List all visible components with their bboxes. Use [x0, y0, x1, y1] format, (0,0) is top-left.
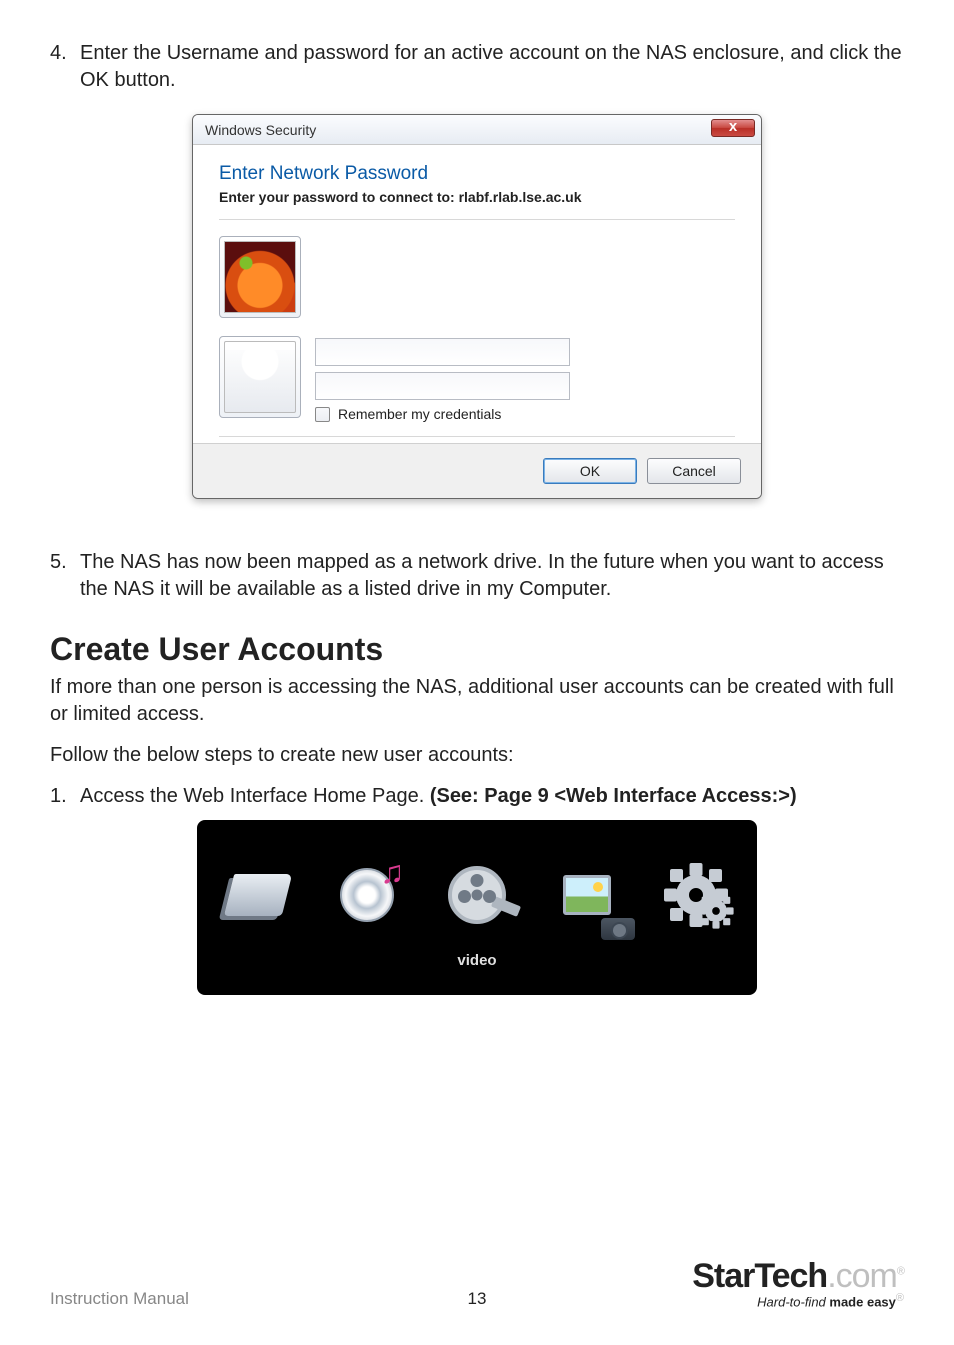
dialog-titlebar[interactable]: Windows Security x	[193, 115, 761, 145]
section-paragraph-1: If more than one person is accessing the…	[50, 674, 904, 728]
remember-row[interactable]: Remember my credentials	[315, 406, 735, 422]
step-4: 4. Enter the Username and password for a…	[50, 40, 904, 94]
photo-frame-icon	[563, 875, 611, 915]
registered-mark-small: ®	[896, 1292, 904, 1304]
tagline-b: made easy	[829, 1294, 896, 1309]
page-number: 13	[468, 1289, 487, 1309]
section-paragraph-2: Follow the below steps to create new use…	[50, 742, 904, 769]
web-interface-home: video	[197, 820, 757, 995]
dialog-body: Enter Network Password Enter your passwo…	[193, 145, 761, 444]
web-ui-icon-row	[223, 860, 731, 930]
tagline-a: Hard-to-find	[757, 1294, 829, 1309]
person-silhouette-icon	[224, 341, 296, 413]
flower-avatar-icon	[224, 241, 296, 313]
step-4-number: 4.	[50, 40, 80, 94]
close-button[interactable]: x	[711, 119, 755, 137]
music-app-icon[interactable]	[333, 860, 403, 930]
step-5: 5. The NAS has now been mapped as a netw…	[50, 549, 904, 603]
dialog-separator	[219, 219, 735, 220]
cancel-button[interactable]: Cancel	[647, 458, 741, 484]
create-step-1-number: 1.	[50, 783, 80, 810]
dialog-heading: Enter Network Password	[219, 163, 735, 185]
create-step-1-ref: (See: Page 9 <Web Interface Access:>)	[430, 785, 797, 807]
disc-icon	[340, 868, 394, 922]
account-avatar-frame	[219, 236, 301, 318]
folder-icon	[224, 874, 292, 916]
remember-label: Remember my credentials	[338, 406, 501, 422]
brand-logo: StarTech.com®	[692, 1257, 904, 1296]
camera-icon	[601, 918, 635, 940]
dialog-footer: OK Cancel	[193, 444, 761, 498]
dialog-subtext: Enter your password to connect to: rlabf…	[219, 189, 735, 205]
step-4-text: Enter the Username and password for an a…	[80, 40, 904, 94]
video-app-icon[interactable]	[442, 860, 512, 930]
brand-name-a: StarTech	[692, 1257, 827, 1295]
gear-small-icon	[700, 895, 732, 927]
film-reel-icon	[448, 866, 506, 924]
step-5-number: 5.	[50, 549, 80, 603]
photo-app-icon[interactable]	[552, 860, 622, 930]
section-heading: Create User Accounts	[50, 631, 904, 668]
username-input[interactable]	[315, 338, 570, 366]
settings-app-icon[interactable]	[661, 860, 731, 930]
create-step-1-text: Access the Web Interface Home Page. (See…	[80, 783, 904, 810]
create-step-1: 1. Access the Web Interface Home Page. (…	[50, 783, 904, 810]
manual-label: Instruction Manual	[50, 1289, 189, 1309]
brand-name-b: .com	[827, 1257, 897, 1295]
page-footer: Instruction Manual 13 StarTech.com® Hard…	[50, 1257, 904, 1309]
dialog-title: Windows Security	[205, 122, 316, 138]
remember-checkbox[interactable]	[315, 407, 330, 422]
video-label: video	[457, 952, 496, 969]
credential-inputs: Remember my credentials	[315, 336, 735, 422]
credential-row: Remember my credentials	[219, 336, 735, 422]
password-input[interactable]	[315, 372, 570, 400]
dialog-separator-2	[219, 436, 735, 437]
step-5-text: The NAS has now been mapped as a network…	[80, 549, 904, 603]
current-account-row	[219, 236, 735, 318]
registered-mark: ®	[897, 1265, 904, 1277]
files-app-icon[interactable]	[223, 860, 293, 930]
windows-security-dialog: Windows Security x Enter Network Passwor…	[192, 114, 762, 499]
create-step-1-text-a: Access the Web Interface Home Page.	[80, 785, 430, 807]
generic-avatar-frame	[219, 336, 301, 418]
ok-button[interactable]: OK	[543, 458, 637, 484]
brand-block: StarTech.com® Hard-to-find made easy®	[692, 1257, 904, 1309]
